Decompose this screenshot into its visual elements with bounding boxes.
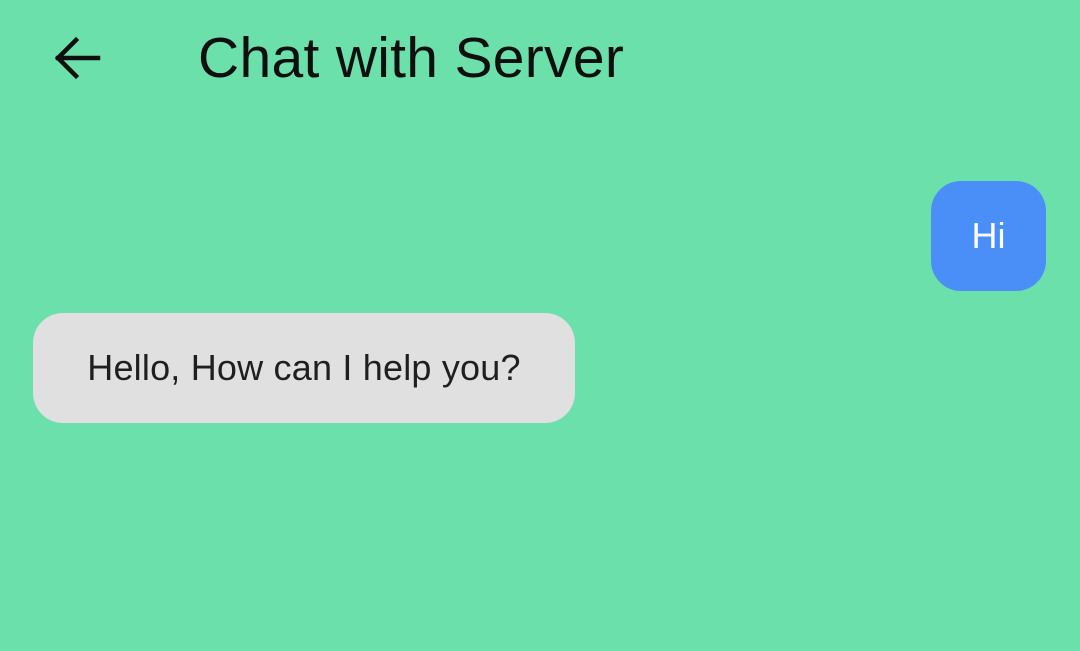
back-button[interactable]	[42, 28, 112, 92]
message-bubble-user: Hi	[931, 181, 1046, 291]
page-title: Chat with Server	[198, 26, 625, 90]
arrow-left-icon	[52, 36, 102, 85]
message-text: Hello, How can I help you?	[87, 347, 521, 388]
app-bar: Chat with Server	[0, 0, 1080, 120]
message-bubble-server: Hello, How can I help you?	[33, 313, 575, 423]
message-text: Hi	[971, 215, 1006, 256]
message-list[interactable]: Hi Hello, How can I help you?	[0, 120, 1080, 651]
